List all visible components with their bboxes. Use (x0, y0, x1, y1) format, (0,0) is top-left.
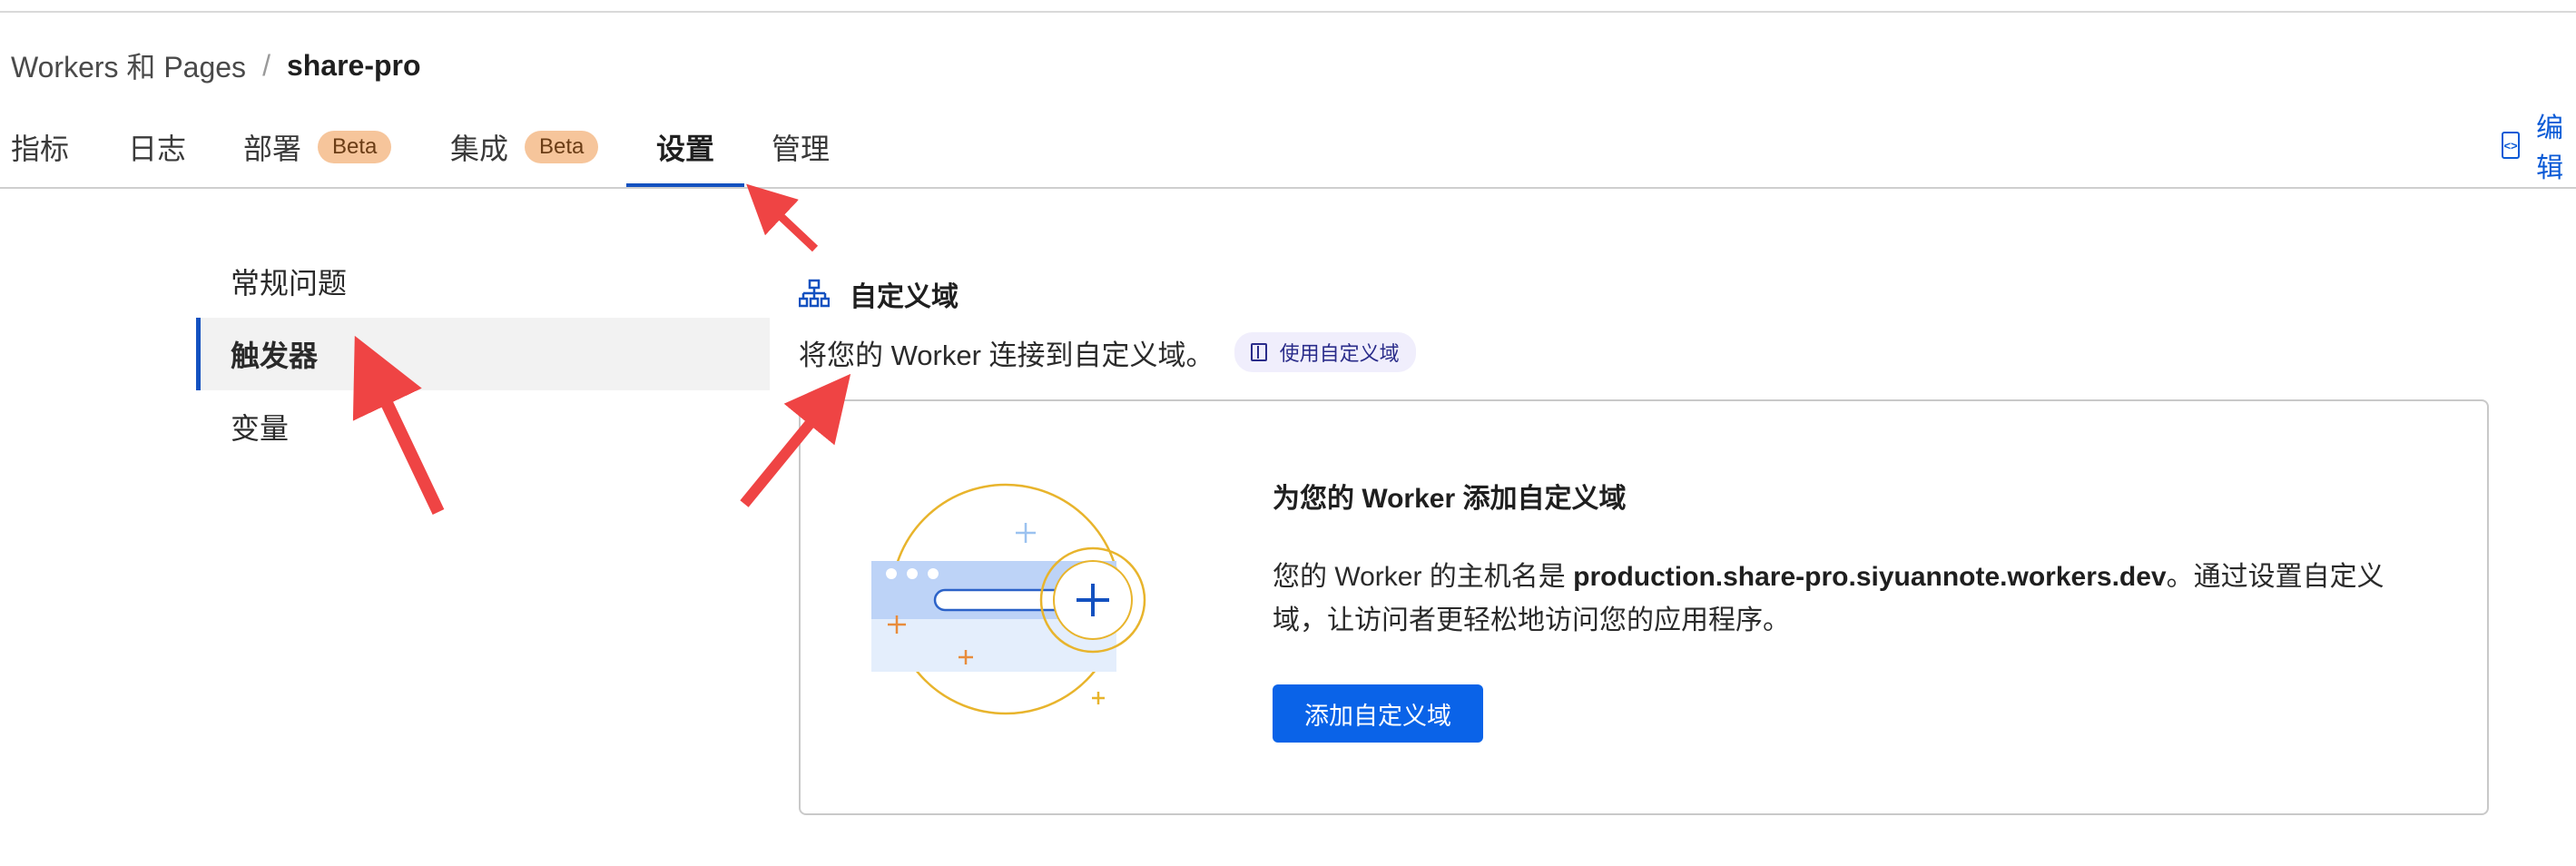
tab-label: 集成 (450, 133, 509, 165)
breadcrumb-current: share-pro (286, 48, 421, 82)
breadcrumb-separator: / (262, 48, 270, 82)
top-divider (0, 11, 2576, 13)
sidenav-item-label: 变量 (231, 412, 290, 445)
sidenav-item-label: 触发器 (231, 340, 319, 372)
tab-label: 日志 (128, 133, 187, 165)
beta-badge: Beta (525, 131, 599, 163)
worker-hostname: production.share-pro.siyuannote.workers.… (1573, 562, 2167, 592)
section-description-row: 将您的 Worker 连接到自定义域。 使用自定义域 (799, 332, 1416, 372)
settings-sidenav: 常规问题 触发器 变量 (196, 245, 770, 463)
breadcrumb-workers-pages[interactable]: Workers 和 Pages (11, 44, 246, 86)
tab-metrics[interactable]: 指标 (11, 107, 69, 187)
tab-label: 部署 (243, 133, 302, 165)
sitemap-icon (799, 279, 830, 308)
sidenav-item-label: 常规问题 (231, 267, 348, 300)
section-description: 将您的 Worker 连接到自定义域。 (799, 339, 1214, 371)
tab-logs[interactable]: 日志 (128, 107, 186, 187)
tab-label: 指标 (11, 133, 70, 165)
edit-code-label: 编辑 (2536, 113, 2564, 183)
sidenav-item-general[interactable]: 常规问题 (196, 245, 770, 318)
sidenav-item-variables[interactable]: 变量 (196, 390, 770, 463)
edit-code-link[interactable]: <> 编辑 (2502, 113, 2576, 183)
card-body-prefix: 您的 Worker 的主机名是 (1273, 562, 1574, 592)
custom-domain-illustration (871, 483, 1146, 715)
card-body: 您的 Worker 的主机名是 production.share-pro.siy… (1273, 556, 2434, 643)
add-custom-domain-button[interactable]: 添加自定义域 (1273, 684, 1483, 743)
tab-settings[interactable]: 设置 (656, 107, 714, 187)
docs-link-label: 使用自定义域 (1279, 342, 1400, 365)
card-title: 为您的 Worker 添加自定义域 (1273, 484, 1627, 514)
code-icon: <> (2502, 132, 2521, 159)
section-title: 自定义域 (850, 282, 959, 312)
tabs-divider (0, 187, 2576, 189)
book-icon (1250, 343, 1267, 361)
tab-bar: 指标 日志 部署 Beta 集成 Beta 设置 管理 (0, 107, 2576, 189)
annotation-arrow-settings-tab (746, 183, 819, 252)
breadcrumb: Workers 和 Pages / share-pro (11, 45, 421, 85)
tab-deployments[interactable]: 部署 Beta (243, 107, 392, 187)
tab-label: 设置 (656, 133, 715, 165)
tab-integrations[interactable]: 集成 Beta (450, 107, 599, 187)
custom-domains-header: 自定义域 (799, 274, 959, 314)
beta-badge: Beta (318, 131, 392, 163)
tab-manage[interactable]: 管理 (772, 107, 830, 187)
custom-domain-docs-link[interactable]: 使用自定义域 (1234, 332, 1416, 372)
tab-label: 管理 (772, 133, 831, 165)
sidenav-item-triggers[interactable]: 触发器 (196, 318, 770, 390)
